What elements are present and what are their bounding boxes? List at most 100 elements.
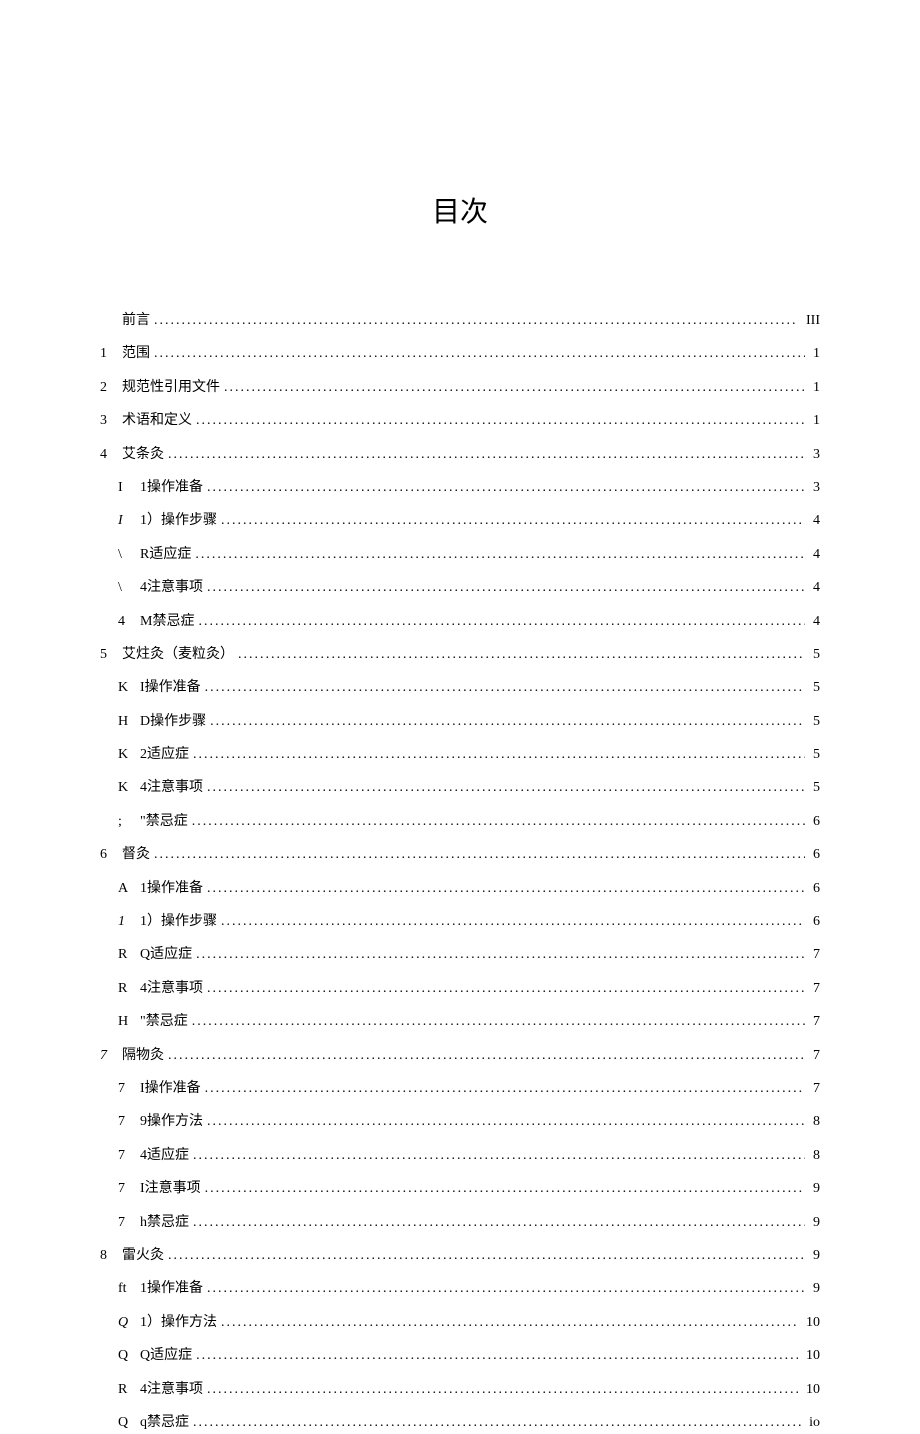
toc-entry-page: 10	[806, 1345, 820, 1367]
toc-entry-page: 4	[813, 544, 820, 566]
toc-entry: 8雷火灸9	[100, 1245, 820, 1267]
toc-entry-page: 6	[813, 911, 820, 933]
toc-entry: KI操作准备5	[118, 677, 820, 699]
toc-entry: 6督灸6	[100, 844, 820, 866]
toc-entry: HD操作步骤5	[118, 711, 820, 733]
toc-leader-dots	[193, 1412, 801, 1434]
toc-leader-dots	[168, 1045, 805, 1067]
toc-entry-label: 前言	[122, 310, 150, 332]
toc-entry: 2规范性引用文件1	[100, 377, 820, 399]
toc-entry: 4艾条灸3	[100, 444, 820, 466]
toc-leader-dots	[193, 1145, 805, 1167]
toc-entry-label: 1操作准备	[140, 477, 203, 499]
toc-entry: 7I注意事项9	[118, 1178, 820, 1200]
toc-leader-dots	[205, 1178, 805, 1200]
toc-entry-label: 督灸	[122, 844, 150, 866]
toc-entry-page: 9	[813, 1278, 820, 1300]
toc-entry-prefix: 5	[100, 644, 118, 666]
toc-entry-prefix: \	[118, 577, 136, 599]
toc-entry-prefix: Q	[118, 1345, 136, 1367]
toc-leader-dots	[196, 1345, 798, 1367]
toc-leader-dots	[221, 1312, 798, 1334]
toc-entry-page: 5	[813, 777, 820, 799]
toc-entry: R4注意事项10	[118, 1379, 820, 1401]
toc-entry: \4注意事项4	[118, 577, 820, 599]
toc-leader-dots	[192, 1011, 805, 1033]
toc-entry-label: 1操作准备	[140, 878, 203, 900]
toc-entry-prefix: ft	[118, 1278, 136, 1300]
toc-leader-dots	[196, 410, 805, 432]
toc-entry-label: D操作步骤	[140, 711, 206, 733]
toc-entry-page: 10	[806, 1312, 820, 1334]
toc-leader-dots	[168, 1245, 805, 1267]
toc-entry-label: R适应症	[140, 544, 191, 566]
toc-entry-page: 7	[813, 1045, 820, 1067]
toc-entry-prefix: I	[118, 510, 136, 532]
toc-entry-prefix: 7	[118, 1212, 136, 1234]
toc-leader-dots	[198, 611, 805, 633]
toc-entry: 3术语和定义 1	[100, 410, 820, 432]
toc-entry-label: 9操作方法	[140, 1111, 203, 1133]
toc-entry-page: 6	[813, 878, 820, 900]
toc-entry-page: 3	[813, 477, 820, 499]
toc-entry: H"禁忌症7	[118, 1011, 820, 1033]
toc-leader-dots	[196, 944, 805, 966]
toc-entry-page: 8	[813, 1111, 820, 1133]
toc-entry-label: 4注意事项	[140, 1379, 203, 1401]
toc-leader-dots	[193, 1212, 805, 1234]
toc-entry-page: 1	[813, 410, 820, 432]
toc-entry-page: 9	[813, 1212, 820, 1234]
toc-entry-prefix: 3	[100, 410, 118, 432]
toc-entry-prefix: 7	[118, 1111, 136, 1133]
toc-entry-page: 5	[813, 644, 820, 666]
toc-entry-prefix: ;	[118, 811, 136, 833]
table-of-contents: 前言III1范围12规范性引用文件13术语和定义14艾条灸3I1操作准备3I1）…	[100, 310, 820, 1434]
toc-entry-page: 5	[813, 744, 820, 766]
toc-entry: I1）操作步骤4	[118, 510, 820, 532]
toc-entry: RQ适应症7	[118, 944, 820, 966]
toc-leader-dots	[193, 744, 805, 766]
toc-entry-prefix: \	[118, 544, 136, 566]
toc-entry-prefix: 6	[100, 844, 118, 866]
toc-entry-page: 7	[813, 1011, 820, 1033]
toc-entry-label: 范围	[122, 343, 150, 365]
toc-leader-dots	[207, 1111, 805, 1133]
toc-entry: 11）操作步骤6	[118, 911, 820, 933]
toc-entry-prefix: 4	[118, 611, 136, 633]
toc-leader-dots	[207, 1379, 798, 1401]
toc-entry-page: 5	[813, 711, 820, 733]
toc-entry-label: 规范性引用文件	[122, 377, 220, 399]
toc-entry: 7隔物灸7	[100, 1045, 820, 1067]
toc-entry-label: 雷火灸	[122, 1245, 164, 1267]
toc-entry-label: 1）操作方法	[140, 1312, 217, 1334]
toc-entry-label: q禁忌症	[140, 1412, 189, 1434]
toc-leader-dots	[207, 577, 805, 599]
toc-entry-prefix: K	[118, 777, 136, 799]
toc-entry-page: III	[806, 310, 820, 332]
toc-entry-prefix: 2	[100, 377, 118, 399]
toc-entry-page: 4	[813, 611, 820, 633]
toc-leader-dots	[210, 711, 805, 733]
toc-entry-page: 3	[813, 444, 820, 466]
toc-entry-prefix: 7	[118, 1145, 136, 1167]
toc-entry-label: M禁忌症	[140, 611, 194, 633]
toc-leader-dots	[207, 777, 805, 799]
toc-entry-label: 隔物灸	[122, 1045, 164, 1067]
toc-leader-dots	[207, 1278, 805, 1300]
toc-entry-label: "禁忌症	[140, 1011, 188, 1033]
toc-entry-page: 1	[813, 343, 820, 365]
toc-entry-prefix: 7	[100, 1045, 118, 1067]
toc-entry-prefix: Q	[118, 1412, 136, 1434]
toc-entry-page: 6	[813, 811, 820, 833]
toc-entry: I1操作准备3	[118, 477, 820, 499]
toc-entry-prefix: Q	[118, 1312, 136, 1334]
toc-entry-label: 术语和定义	[122, 410, 192, 432]
toc-entry: 79操作方法 8	[118, 1111, 820, 1133]
toc-leader-dots	[221, 510, 805, 532]
toc-leader-dots	[192, 811, 805, 833]
toc-entry: 74适应症8	[118, 1145, 820, 1167]
toc-entry-label: 4适应症	[140, 1145, 189, 1167]
toc-entry-prefix: 7	[118, 1078, 136, 1100]
toc-leader-dots	[154, 343, 805, 365]
toc-entry-prefix: K	[118, 744, 136, 766]
